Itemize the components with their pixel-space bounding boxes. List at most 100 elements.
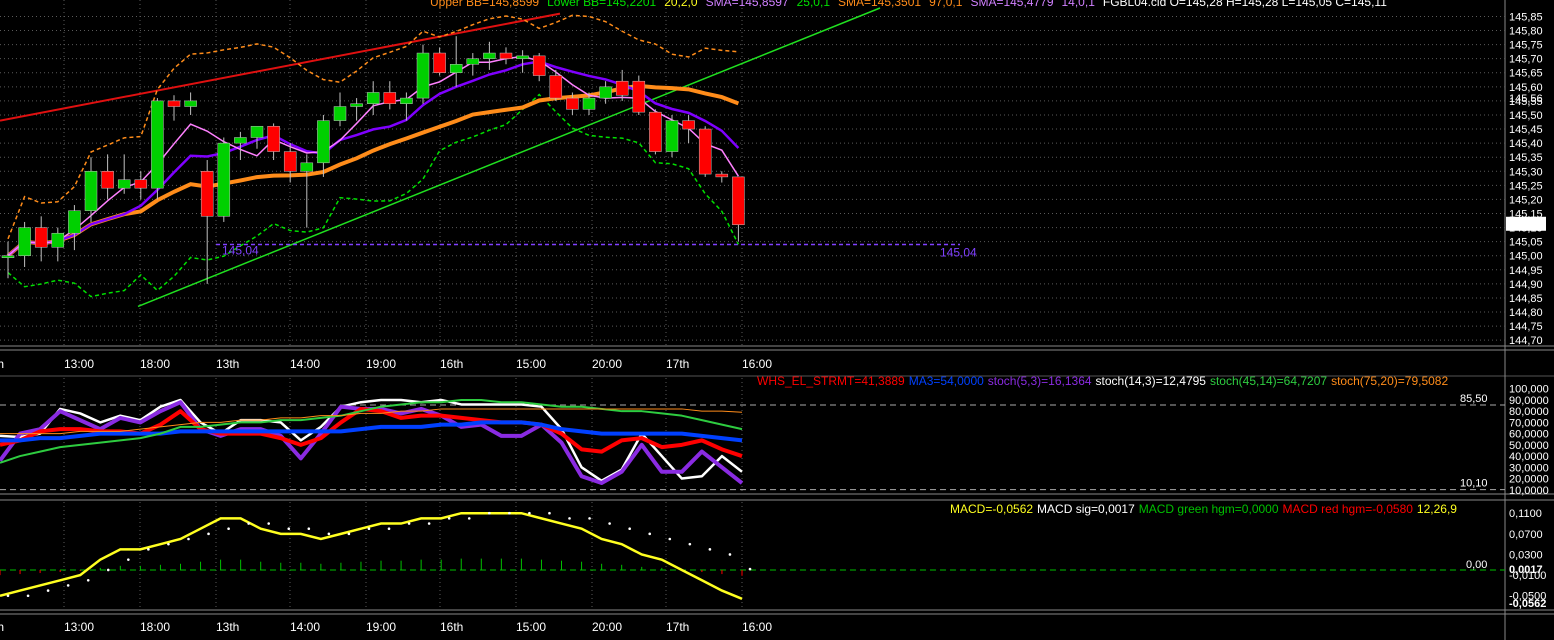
stoch-tick-label: 60,0000: [1509, 429, 1549, 441]
stoch-tick-label: 70,0000: [1509, 417, 1549, 429]
time-label: 19:00: [366, 357, 396, 371]
time-label: th: [0, 357, 4, 371]
macd-signal-dot: [347, 532, 351, 536]
macd-legend-item: MACD red hgm=-0,0580: [1283, 502, 1414, 516]
time-label: 16:00: [742, 357, 772, 371]
macd-signal-dot: [528, 511, 531, 515]
time-label: 20:00: [592, 357, 622, 371]
price-legend-item: SMA=145,8597: [706, 0, 789, 9]
candle-body: [698, 128, 712, 175]
candle-body: [665, 120, 679, 152]
stoch-legend-item: stoch(14,3)=12,4795: [1096, 374, 1207, 388]
candle-body: [134, 179, 148, 189]
candle-body: [449, 64, 463, 73]
candle-body: [732, 176, 745, 226]
candle-body: [117, 179, 131, 189]
macd-signal-dot: [447, 517, 451, 520]
macd-signal-dot: [708, 548, 712, 551]
stoch-tick-label: 10,0000: [1509, 485, 1549, 497]
price-legend-item: 25,0,1: [797, 0, 831, 9]
macd-tick-label: 0,0300: [1509, 549, 1543, 561]
stoch-tick-label: 30,0000: [1509, 462, 1549, 474]
candle-body: [483, 52, 496, 59]
macd-signal-dot: [668, 537, 672, 541]
macd-signal-dot: [167, 542, 170, 546]
candle-body: [333, 106, 347, 121]
macd-tick-label: 0,0700: [1509, 529, 1543, 541]
trading-chart[interactable]: 145,85145,80145,75145,70145,65145,60145,…: [0, 0, 1554, 640]
candle-body: [84, 171, 98, 211]
macd-panel[interactable]: [0, 511, 752, 600]
macd-signal-dot: [608, 522, 611, 525]
macd-signal-dot: [367, 527, 371, 530]
macd-signal-dot: [66, 584, 70, 587]
macd-signal-dot: [548, 511, 551, 515]
candle-body: [632, 80, 646, 113]
candle-body: [400, 97, 413, 104]
trend-line-red: [0, 12, 561, 122]
macd-signal-dot: [187, 537, 190, 541]
price-legend-item: SMA=145,3501: [838, 0, 921, 9]
candle-body: [566, 97, 579, 110]
candle-body: [250, 125, 264, 138]
price-tick-label: 145,85: [1509, 11, 1543, 23]
time-label: 18:00: [140, 357, 170, 371]
level-label-left: 145,04: [222, 243, 259, 257]
price-tick-label: 145,30: [1509, 166, 1543, 178]
stoch-legend-item: stoch(45,14)=64,7207: [1210, 374, 1327, 388]
price-legend-item: Upper BB=145,8599: [430, 0, 539, 9]
candle-body: [51, 232, 65, 248]
time-label: 13:00: [64, 357, 94, 371]
price-legend-item: 20,2,0: [664, 0, 698, 9]
price-tick-label: 145,00: [1509, 251, 1543, 263]
candle-body: [68, 210, 81, 234]
price-tick-label: 145,20: [1509, 194, 1543, 206]
macd-signal-dot: [568, 517, 571, 520]
macd-signal-dot: [427, 522, 431, 525]
candle-body: [184, 100, 197, 107]
candle-body: [18, 227, 31, 256]
macd-signal-dot: [467, 517, 471, 520]
stoch-legend-item: WHS_EL_STRMT=41,3889: [757, 374, 905, 388]
labels: 145,85145,80145,75145,70145,65145,60145,…: [0, 0, 1549, 634]
macd-signal-dot: [127, 558, 130, 561]
stoch-legend-item: MA3=54,0000: [909, 374, 984, 388]
time-label: 14:00: [290, 620, 320, 634]
candle-body: [317, 120, 330, 164]
stoch-legend-item: stoch(75,20)=79,5082: [1331, 374, 1448, 388]
price-legend-item: 14,0,1: [1062, 0, 1096, 9]
stoch-legend-item: stoch(5,3)=16,1364: [988, 374, 1092, 388]
candle-body: [466, 58, 480, 65]
stoch-tick-label: 80,0000: [1509, 406, 1549, 418]
price-tick-label: 145,50: [1509, 110, 1543, 122]
macd-signal-dot: [588, 517, 591, 520]
time-label: 17th: [666, 620, 689, 634]
macd-signal-dot: [728, 553, 732, 556]
candle-body: [234, 137, 247, 144]
candle-body: [549, 75, 563, 99]
stoch-tick-label: 40,0000: [1509, 451, 1549, 463]
macd-signal-dot: [387, 527, 391, 530]
macd-signal-dot: [648, 532, 652, 536]
macd-signal-marker: 0,0017: [1509, 564, 1543, 576]
stochastic-panel[interactable]: [0, 398, 744, 486]
time-label: 17th: [666, 357, 689, 371]
candle-body: [416, 52, 430, 99]
stoch-tick-label: 50,0000: [1509, 440, 1549, 452]
time-label: 13:00: [64, 620, 94, 634]
price-tick-label: 145,45: [1509, 124, 1543, 136]
price-tick-label: 145,05: [1509, 237, 1543, 249]
macd-signal-dot: [307, 527, 311, 530]
price-tick-label: 145,25: [1509, 180, 1543, 192]
candle-body: [516, 55, 529, 59]
macd-signal-dot: [327, 532, 331, 536]
candle-body: [499, 52, 513, 59]
macd-value-marker: -0,0562: [1509, 598, 1546, 610]
time-label: 19:00: [366, 620, 396, 634]
candle-body: [433, 52, 446, 73]
time-label: 15:00: [516, 357, 546, 371]
price-tick-label: 144,90: [1509, 279, 1543, 291]
time-label: 13th: [216, 620, 239, 634]
stoch-tick-label: 100,000: [1509, 384, 1549, 396]
price-tick-label: 144,80: [1509, 307, 1543, 319]
